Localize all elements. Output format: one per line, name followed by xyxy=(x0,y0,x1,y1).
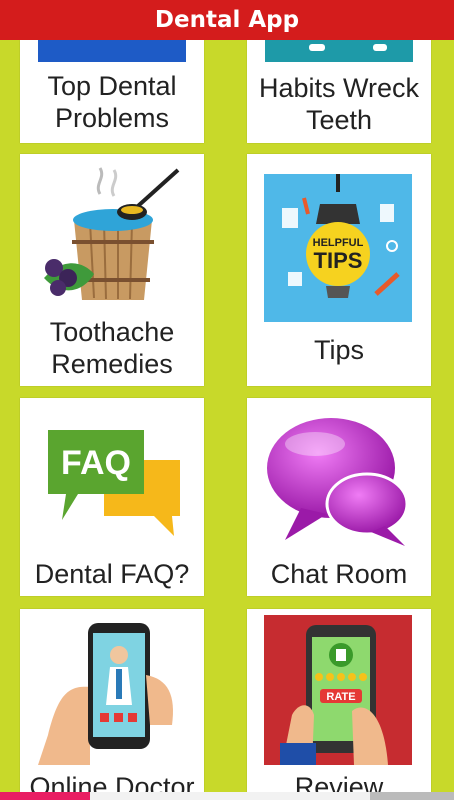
helpful-tips-bulb-icon: HELPFUL TIPS xyxy=(264,174,412,322)
tile-dental-faq[interactable]: FAQ Dental FAQ? xyxy=(20,398,204,596)
tile-label: Dental FAQ? xyxy=(34,559,190,589)
faq-speech-bubbles-icon: FAQ xyxy=(44,428,184,538)
tile-label-line2: Teeth xyxy=(305,105,373,135)
chat-bubbles-icon xyxy=(263,412,413,552)
tile-habits-wreck-teeth[interactable]: Habits Wreck Teeth xyxy=(247,40,431,143)
dental-problems-icon xyxy=(38,40,186,62)
tile-label-line1: Top Dental xyxy=(47,71,177,101)
tile-tips[interactable]: HELPFUL TIPS Tips xyxy=(247,154,431,386)
tile-online-doctor[interactable]: Online Doctor xyxy=(20,609,204,800)
review-badge: RATE xyxy=(326,691,355,703)
app-title-bar: Dental App xyxy=(0,0,454,40)
tile-chat-room[interactable]: Chat Room xyxy=(247,398,431,596)
herbal-bath-icon xyxy=(38,160,188,310)
tile-label-line2: Remedies xyxy=(51,349,173,379)
tile-top-dental-problems[interactable]: Top Dental Problems xyxy=(20,40,204,143)
bottom-accent xyxy=(0,792,90,800)
tile-review[interactable]: RATE Review xyxy=(247,609,431,800)
tile-label-line1: Habits Wreck xyxy=(258,73,420,103)
faq-text: FAQ xyxy=(61,444,131,482)
habits-icon xyxy=(265,40,413,62)
tile-label-line1: Toothache xyxy=(49,317,175,347)
tips-badge-line2: TIPS xyxy=(314,248,363,273)
tile-label-line2: Problems xyxy=(54,103,170,133)
app-title: Dental App xyxy=(154,7,300,33)
tile-label: Tips xyxy=(313,335,364,365)
bottom-gray-bar xyxy=(370,792,454,800)
tile-toothache-remedies[interactable]: Toothache Remedies xyxy=(20,154,204,386)
online-doctor-phone-icon xyxy=(38,615,186,767)
bottom-strip xyxy=(0,792,454,800)
review-rate-phone-icon: RATE xyxy=(264,615,412,765)
tile-label: Chat Room xyxy=(270,559,408,589)
